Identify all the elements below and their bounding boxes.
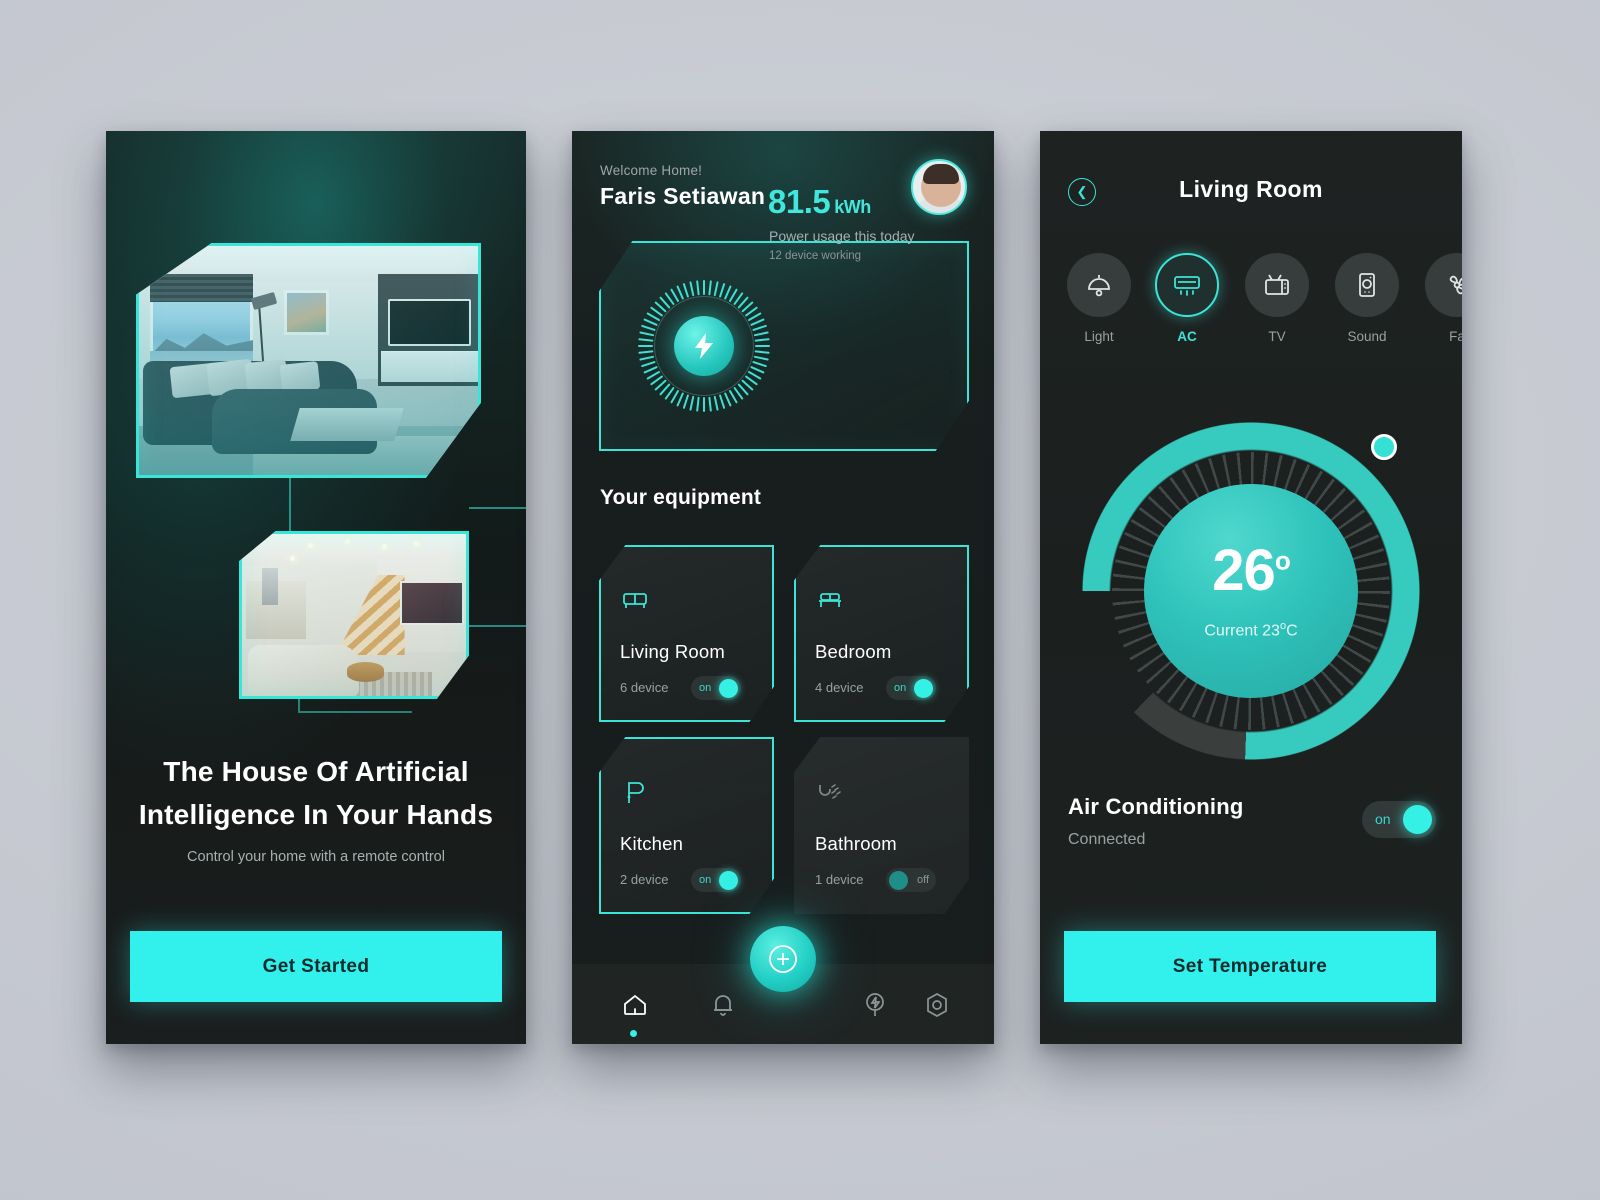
dial-handle[interactable] [1371,434,1397,460]
user-name: Faris Setiawan [600,183,766,209]
toggle-label: on [894,682,907,694]
power-caption: Power usage this today [769,228,915,244]
equipment-toggle-living-room[interactable]: on [691,676,741,700]
bolt-pin-icon [866,993,884,1016]
sofa-icon [621,587,649,615]
lamp-icon [1088,275,1110,297]
equipment-card-bedroom[interactable]: Bedroom 4 device on [794,545,969,722]
toggle-knob [914,678,933,698]
tab-fan[interactable]: Fa [1425,253,1462,344]
device-tab-row: Light AC TV Sound Fa [1067,253,1462,363]
toggle-label: on [1375,811,1391,827]
temperature-dial[interactable]: 26o Current 23oC [1076,416,1426,766]
plus-icon [769,945,797,973]
target-temperature: 26o [1212,537,1290,603]
set-temperature-button[interactable]: Set Temperature [1064,931,1436,1002]
design-canvas: The House Of Artificial Intelligence In … [0,0,1600,1200]
section-title-equipment: Your equipment [600,486,762,509]
current-temperature: Current 23oC [1204,619,1298,640]
bed-icon [816,587,844,615]
home-icon [624,994,646,1015]
toggle-label: on [699,682,712,694]
toggle-knob [719,870,738,890]
room-title: Living Room [1179,176,1323,202]
device-status: Connected [1068,831,1146,848]
toggle-label: off [916,874,929,886]
equipment-name: Bedroom [815,641,892,662]
equipment-card-living-room[interactable]: Living Room 6 device on [599,545,774,722]
toggle-knob [719,678,738,698]
get-started-button[interactable]: Get Started [130,931,502,1002]
equipment-device-count: 6 device [620,680,669,695]
equipment-device-count: 2 device [620,872,669,887]
phone-screen-onboarding: The House Of Artificial Intelligence In … [106,131,526,1044]
dial-center: 26o Current 23oC [1144,484,1358,698]
bottom-navigation [572,926,994,1044]
equipment-toggle-bathroom[interactable]: off [886,868,936,892]
equipment-toggle-kitchen[interactable]: on [691,868,741,892]
device-power-toggle[interactable]: on [1362,801,1436,838]
add-device-button[interactable] [750,926,816,992]
tab-label: AC [1177,329,1197,344]
equipment-name: Living Room [620,641,726,662]
tab-label: Light [1084,329,1114,344]
nav-energy-button[interactable] [858,988,892,1022]
bolt-icon [695,333,713,359]
nav-home-button[interactable] [618,988,652,1022]
nav-notifications-button[interactable] [706,988,740,1022]
photo-card-living-room[interactable] [136,243,481,478]
toggle-label: on [699,874,712,886]
phone-screen-room-detail: ❮ Living Room Light AC TV Sound Fa 26o C… [1040,131,1462,1044]
connector-line-1 [289,476,291,536]
tab-label: Sound [1347,329,1387,344]
nav-active-indicator [630,1030,637,1037]
photo-card-neon-border [136,243,481,478]
tab-light[interactable]: Light [1067,253,1131,344]
tab-label: Fa [1449,329,1462,344]
tab-sound[interactable]: Sound [1335,253,1399,344]
nav-settings-button[interactable] [920,988,954,1022]
photo-card-kitchen[interactable] [239,531,469,699]
equipment-toggle-bedroom[interactable]: on [886,676,936,700]
gauge-core [674,316,734,376]
bell-icon [714,995,732,1016]
photo-card-neon-border [239,531,469,699]
equipment-device-count: 1 device [815,872,864,887]
tab-tv[interactable]: TV [1245,253,1309,344]
phone-screen-dashboard: Welcome Home! Faris Setiawan 81.5 kWh Po… [572,131,994,1044]
onboarding-copy: The House Of Artificial Intelligence In … [106,751,526,865]
equipment-name: Bathroom [815,833,897,854]
dashboard-greeting: Welcome Home! Faris Setiawan [600,163,765,210]
toggle-knob [1403,805,1432,834]
ac-unit-icon [1174,276,1200,296]
power-gauge [637,279,771,413]
connector-line-4 [469,625,526,627]
toggle-knob [889,870,908,890]
onboarding-title: The House Of Artificial Intelligence In … [138,756,494,830]
settings-icon [927,993,947,1017]
tv-icon [1265,274,1289,295]
onboarding-subtitle: Control your home with a remote control [187,849,445,866]
knife-icon [621,779,649,807]
tab-label: TV [1268,329,1286,344]
equipment-card-bathroom[interactable]: Bathroom 1 device off [794,737,969,914]
power-value: 81.5 kWh [768,183,871,220]
equipment-name: Kitchen [620,833,684,854]
connector-line-2 [469,507,526,509]
equipment-card-kitchen[interactable]: Kitchen 2 device on [599,737,774,914]
welcome-text: Welcome Home! [600,163,703,178]
equipment-device-count: 4 device [815,680,864,695]
tab-ac[interactable]: AC [1155,253,1219,344]
avatar[interactable] [911,159,967,215]
device-name: Air Conditioning [1068,794,1244,819]
fan-icon [1449,275,1462,295]
speaker-icon [1359,273,1375,297]
shower-icon [816,779,844,807]
power-subcaption: 12 device working [769,250,862,262]
hero-illustration [106,131,526,731]
